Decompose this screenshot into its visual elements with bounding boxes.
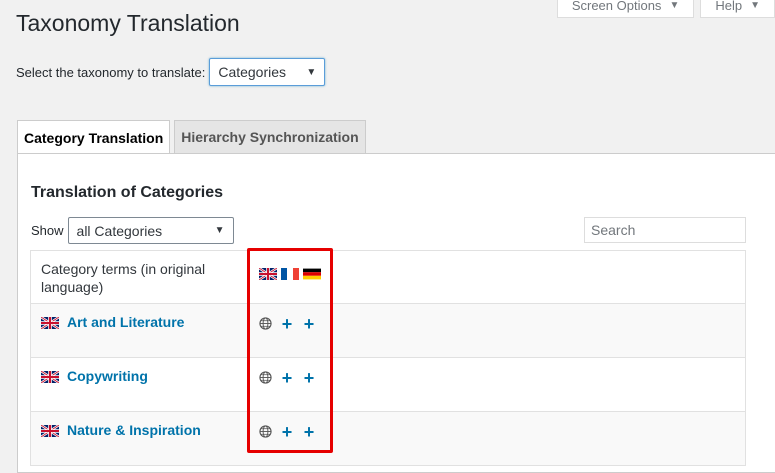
add-french-translation-plus-icon[interactable]: +: [280, 315, 294, 333]
tab-hierarchy-synchronization[interactable]: Hierarchy Synchronization: [174, 120, 366, 153]
filter-row: Show all Categories ▼: [31, 217, 234, 244]
screen-options-label: Screen Options: [571, 0, 662, 13]
help-label: Help: [715, 0, 743, 13]
taxonomy-selected-value: Categories: [218, 64, 287, 80]
language-actions: + +: [249, 304, 745, 357]
taxonomy-select-label: Select the taxonomy to translate:: [16, 64, 206, 80]
language-actions: + +: [249, 412, 745, 465]
add-french-translation-plus-icon[interactable]: +: [280, 369, 294, 387]
english-flag-icon: [41, 371, 59, 383]
tab-category-translation[interactable]: Category Translation: [17, 120, 171, 154]
add-german-translation-plus-icon[interactable]: +: [302, 315, 316, 333]
help-button[interactable]: Help ▼: [700, 0, 775, 18]
add-german-translation-plus-icon[interactable]: +: [302, 423, 316, 441]
terms-table: Category terms (in original language) Ar…: [30, 250, 746, 466]
search-input[interactable]: [584, 217, 746, 243]
term-cell: Copywriting: [31, 358, 249, 411]
globe-icon[interactable]: [259, 317, 272, 330]
globe-icon[interactable]: [259, 371, 272, 384]
caret-down-icon: ▼: [669, 0, 680, 11]
table-header-row: Category terms (in original language): [31, 251, 745, 303]
tab-bar: Category Translation Hierarchy Synchroni…: [17, 120, 366, 154]
add-german-translation-plus-icon[interactable]: +: [302, 369, 316, 387]
table-row: Art and Literature + +: [31, 303, 745, 357]
term-link[interactable]: Copywriting: [67, 368, 148, 384]
taxonomy-select-row: Select the taxonomy to translate: Catego…: [16, 58, 326, 86]
header-term-column: Category terms (in original language): [41, 261, 206, 295]
page-title: Taxonomy Translation: [16, 10, 240, 36]
english-flag-icon: [41, 425, 59, 437]
table-row: Copywriting + +: [31, 357, 745, 411]
german-flag-icon: [303, 268, 321, 280]
english-flag-icon: [259, 268, 277, 280]
term-cell: Nature & Inspiration: [31, 412, 249, 465]
translation-panel: Translation of Categories Show all Categ…: [17, 153, 775, 473]
caret-down-icon: ▼: [750, 0, 760, 11]
language-actions: + +: [249, 358, 745, 411]
taxonomy-select[interactable]: Categories ▼: [209, 58, 326, 86]
show-label: Show: [31, 223, 64, 238]
term-link[interactable]: Nature & Inspiration: [67, 422, 201, 438]
term-link[interactable]: Art and Literature: [67, 314, 184, 330]
caret-down-icon: ▼: [306, 66, 317, 78]
header-languages: [249, 251, 745, 303]
caret-down-icon: ▼: [214, 225, 225, 236]
globe-icon[interactable]: [259, 425, 272, 438]
screen-meta: Screen Options ▼ Help ▼: [556, 0, 775, 18]
section-title: Translation of Categories: [31, 184, 224, 201]
show-filter-select[interactable]: all Categories ▼: [67, 217, 234, 244]
table-row: Nature & Inspiration + +: [31, 411, 745, 465]
add-french-translation-plus-icon[interactable]: +: [280, 423, 294, 441]
show-selected-value: all Categories: [76, 222, 163, 239]
english-flag-icon: [41, 317, 59, 329]
term-cell: Art and Literature: [31, 304, 249, 357]
french-flag-icon: [281, 268, 299, 280]
screen-options-button[interactable]: Screen Options ▼: [556, 0, 695, 18]
